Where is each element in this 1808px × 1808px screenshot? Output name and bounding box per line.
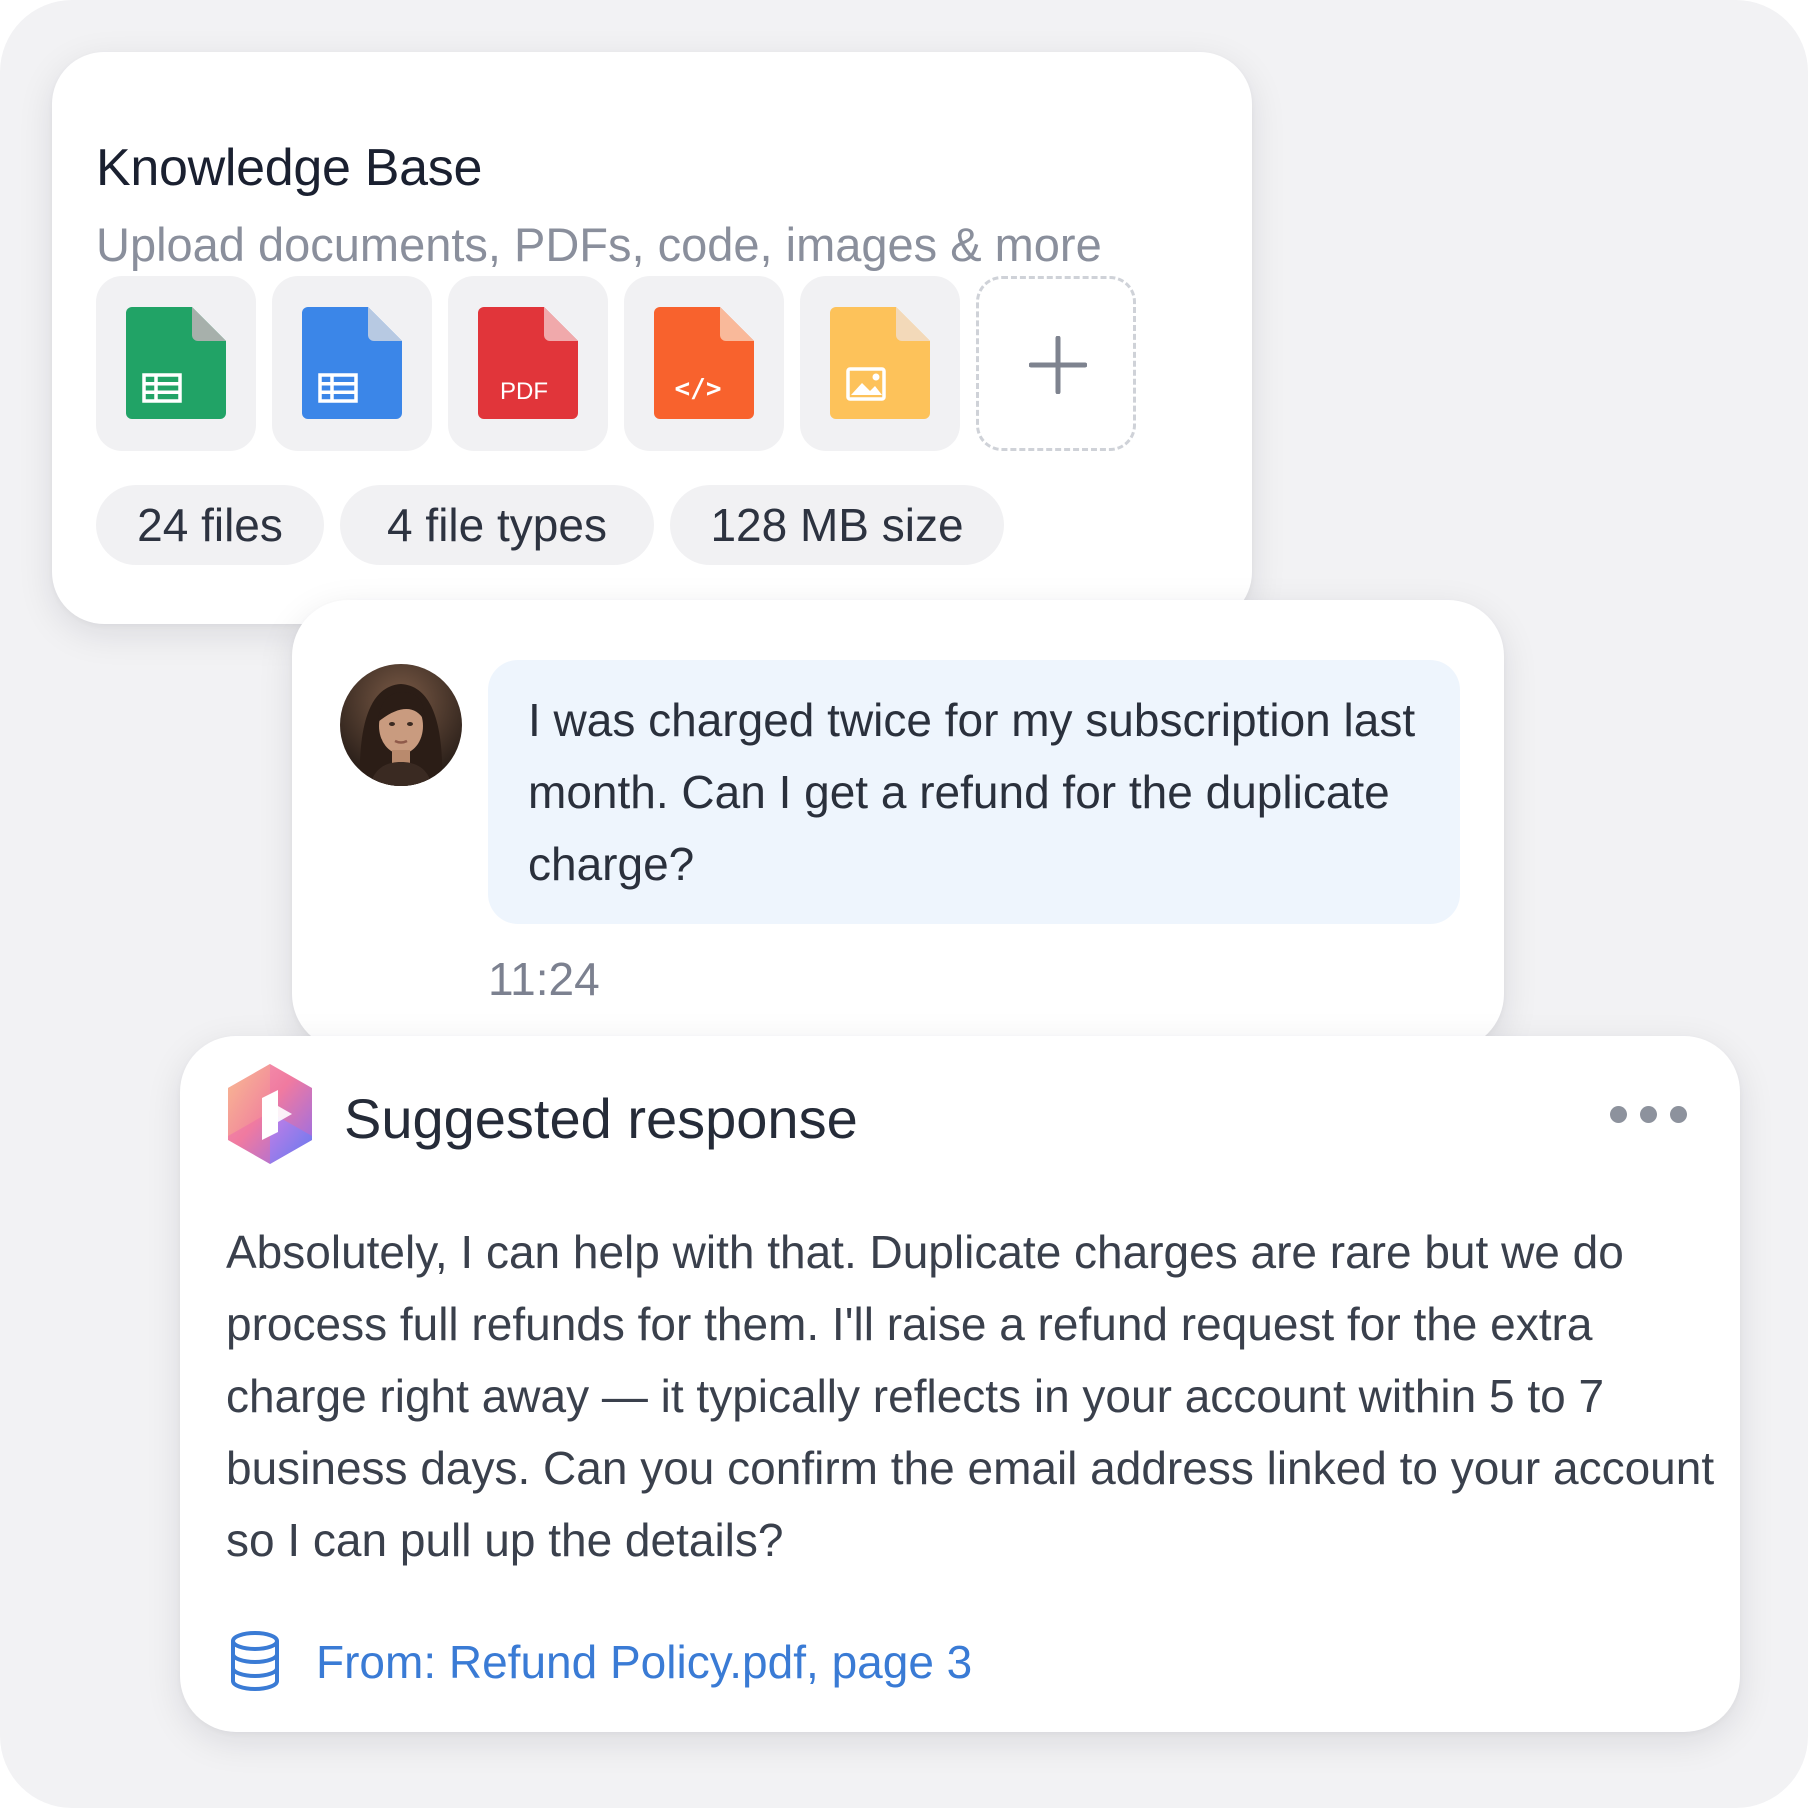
file-tile-document[interactable] bbox=[272, 276, 432, 451]
canvas-background: Knowledge Base Upload documents, PDFs, c… bbox=[0, 0, 1808, 1808]
database-icon bbox=[231, 1631, 279, 1692]
file-tile-code[interactable]: </> bbox=[624, 276, 784, 451]
pdf-label: PDF bbox=[500, 378, 548, 405]
stat-pill-files: 24 files bbox=[96, 485, 324, 565]
message-timestamp: 11:24 bbox=[488, 953, 600, 1005]
code-label: </> bbox=[675, 374, 722, 404]
message-bubble: I was charged twice for my subscription … bbox=[488, 660, 1460, 924]
knowledge-base-card: Knowledge Base Upload documents, PDFs, c… bbox=[52, 52, 1252, 624]
knowledge-base-title: Knowledge Base bbox=[96, 139, 483, 197]
document-file-icon bbox=[302, 307, 402, 419]
ai-logo-icon bbox=[228, 1064, 312, 1164]
plus-icon bbox=[1029, 336, 1087, 394]
source-link[interactable]: From: Refund Policy.pdf, page 3 bbox=[316, 1630, 972, 1694]
stat-pill-file-types: 4 file types bbox=[340, 485, 654, 565]
code-file-icon: </> bbox=[654, 307, 754, 419]
message-text: I was charged twice for my subscription … bbox=[528, 694, 1416, 890]
suggested-response-title: Suggested response bbox=[344, 1087, 858, 1150]
avatar bbox=[340, 664, 462, 786]
knowledge-base-subtitle: Upload documents, PDFs, code, images & m… bbox=[96, 218, 1102, 271]
add-file-button[interactable] bbox=[976, 276, 1136, 451]
stat-pill-size: 128 MB size bbox=[670, 485, 1004, 565]
file-tile-pdf[interactable]: PDF bbox=[448, 276, 608, 451]
suggested-response-text: Absolutely, I can help with that. Duplic… bbox=[226, 1226, 1715, 1566]
pdf-file-icon: PDF bbox=[478, 307, 578, 419]
image-file-icon bbox=[830, 307, 930, 419]
customer-message-card: I was charged twice for my subscription … bbox=[292, 600, 1504, 1050]
more-horizontal-icon[interactable] bbox=[1610, 1104, 1692, 1124]
suggested-response-card: Suggested response Absolutely, I can hel… bbox=[180, 1036, 1740, 1732]
file-tile-image[interactable] bbox=[800, 276, 960, 451]
spreadsheet-file-icon bbox=[126, 307, 226, 419]
file-tile-spreadsheet[interactable] bbox=[96, 276, 256, 451]
